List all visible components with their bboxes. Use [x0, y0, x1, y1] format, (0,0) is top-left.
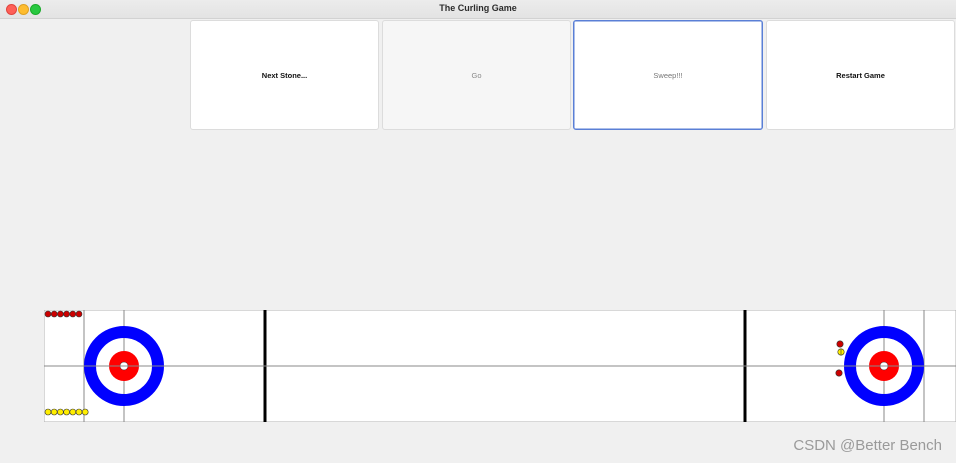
next-stone-button[interactable]: Next Stone...	[190, 20, 379, 130]
benched-stone	[50, 408, 58, 416]
benched-stone	[63, 310, 70, 318]
curling-sheet	[44, 310, 956, 422]
benched-stone	[63, 408, 70, 416]
benched-stone	[81, 408, 89, 416]
benched-stone	[69, 408, 77, 416]
benched-stone	[57, 408, 64, 416]
red-stone-in-play	[836, 340, 844, 348]
title-bar: The Curling Game	[0, 0, 956, 19]
benched-stone	[44, 408, 52, 416]
benched-stone	[75, 310, 83, 318]
benched-stone	[50, 310, 58, 318]
red-stone-in-play	[835, 369, 843, 377]
benched-stone	[75, 408, 83, 416]
go-button[interactable]: Go	[382, 20, 571, 130]
window-title: The Curling Game	[439, 3, 517, 13]
benched-stone	[44, 310, 52, 318]
restart-game-button[interactable]: Restart Game	[766, 20, 955, 130]
benched-stone	[69, 310, 77, 318]
benched-stone	[57, 310, 64, 318]
watermark: CSDN @Better Bench	[793, 437, 942, 454]
sweep-button[interactable]: Sweep!!!	[573, 20, 763, 130]
